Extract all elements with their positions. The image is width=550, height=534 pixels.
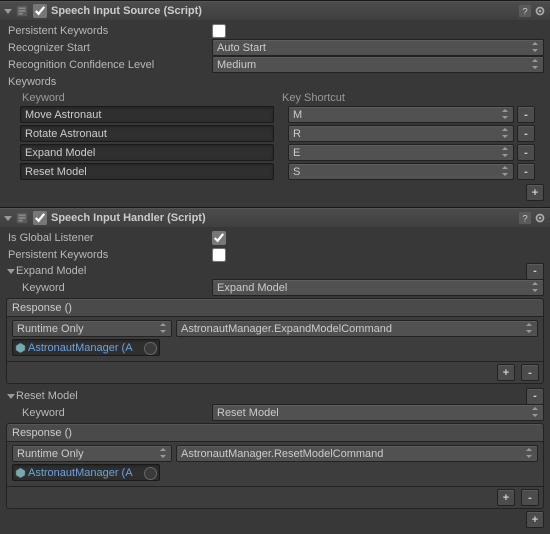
section-keyword-label: Keyword xyxy=(6,282,212,294)
fold-icon[interactable] xyxy=(3,216,13,221)
confidence-label: Recognition Confidence Level xyxy=(6,59,212,71)
component-header-speech-source[interactable]: Speech Input Source (Script) ? xyxy=(0,1,550,20)
component-enabled-checkbox[interactable] xyxy=(33,4,47,18)
component-title: Speech Input Source (Script) xyxy=(51,5,202,17)
response-header: Response () xyxy=(7,424,543,442)
call-state-dropdown[interactable]: Runtime Only xyxy=(12,320,172,337)
object-reference-field[interactable]: AstronautManager (A xyxy=(12,464,160,481)
section-keyword-dropdown[interactable]: Expand Model xyxy=(212,279,544,296)
section-keyword-label: Keyword xyxy=(6,407,212,419)
component-title: Speech Input Handler (Script) xyxy=(51,212,206,224)
help-icon[interactable]: ? xyxy=(518,211,532,225)
response-header: Response () xyxy=(7,299,543,317)
object-reference-field[interactable]: AstronautManager (A xyxy=(12,339,160,356)
script-icon xyxy=(15,4,29,18)
keyword-input-2[interactable]: Expand Model xyxy=(20,144,274,161)
persistent-keywords-checkbox[interactable] xyxy=(212,24,226,38)
remove-keyword-button-2[interactable]: - xyxy=(517,144,535,161)
keyword-input-3[interactable]: Reset Model xyxy=(20,163,274,180)
section-fold-label: Reset Model xyxy=(16,390,78,402)
keyword-input-0[interactable]: Move Astronaut xyxy=(20,106,274,123)
remove-keyword-button-1[interactable]: - xyxy=(517,125,535,142)
keywords-label: Keywords xyxy=(6,76,212,88)
persistent-keywords-label: Persistent Keywords xyxy=(6,25,212,37)
add-keyword-button[interactable]: + xyxy=(526,184,544,201)
unity-event-section: Response () Runtime Only AstronautManage… xyxy=(6,423,544,509)
section-keyword-dropdown[interactable]: Reset Model xyxy=(212,404,544,421)
svg-text:?: ? xyxy=(522,214,527,225)
call-state-dropdown[interactable]: Runtime Only xyxy=(12,445,172,462)
remove-keyword-button-0[interactable]: - xyxy=(517,106,535,123)
remove-listener-button[interactable]: - xyxy=(521,489,539,506)
recognizer-start-label: Recognizer Start xyxy=(6,42,212,54)
confidence-dropdown[interactable]: Medium xyxy=(212,56,544,73)
section-fold-label: Expand Model xyxy=(16,265,86,277)
gear-icon[interactable] xyxy=(533,4,547,18)
global-listener-label: Is Global Listener xyxy=(6,232,212,244)
gear-icon[interactable] xyxy=(533,211,547,225)
fold-icon[interactable] xyxy=(6,394,16,399)
fold-icon[interactable] xyxy=(6,269,16,274)
gameobject-icon xyxy=(15,467,26,478)
shortcut-dropdown-2[interactable]: E xyxy=(288,144,514,161)
add-listener-button[interactable]: + xyxy=(497,364,515,381)
function-dropdown[interactable]: AstronautManager.ResetModelCommand xyxy=(176,445,538,462)
recognizer-start-dropdown[interactable]: Auto Start xyxy=(212,39,544,56)
component-header-speech-handler[interactable]: Speech Input Handler (Script) ? xyxy=(0,208,550,227)
remove-listener-button[interactable]: - xyxy=(521,364,539,381)
remove-section-button[interactable]: - xyxy=(526,263,544,280)
fold-icon[interactable] xyxy=(3,9,13,14)
remove-keyword-button-3[interactable]: - xyxy=(517,163,535,180)
help-icon[interactable]: ? xyxy=(518,4,532,18)
unity-event-section: Response () Runtime Only AstronautManage… xyxy=(6,298,544,384)
keyword-input-1[interactable]: Rotate Astronaut xyxy=(20,125,274,142)
remove-section-button[interactable]: - xyxy=(526,388,544,405)
add-section-button[interactable]: + xyxy=(526,511,544,528)
component-enabled-checkbox[interactable] xyxy=(33,211,47,225)
col-keyword: Keyword xyxy=(22,92,282,104)
persistent-keywords-checkbox[interactable] xyxy=(212,248,226,262)
persistent-keywords-label: Persistent Keywords xyxy=(6,249,212,261)
object-picker-icon[interactable] xyxy=(144,467,157,480)
col-shortcut: Key Shortcut xyxy=(282,92,345,104)
object-picker-icon[interactable] xyxy=(144,342,157,355)
gameobject-icon xyxy=(15,342,26,353)
shortcut-dropdown-1[interactable]: R xyxy=(288,125,514,142)
global-listener-checkbox[interactable] xyxy=(212,231,226,245)
shortcut-dropdown-0[interactable]: M xyxy=(288,106,514,123)
function-dropdown[interactable]: AstronautManager.ExpandModelCommand xyxy=(176,320,538,337)
add-listener-button[interactable]: + xyxy=(497,489,515,506)
script-icon xyxy=(15,211,29,225)
svg-text:?: ? xyxy=(522,7,527,18)
shortcut-dropdown-3[interactable]: S xyxy=(288,163,514,180)
